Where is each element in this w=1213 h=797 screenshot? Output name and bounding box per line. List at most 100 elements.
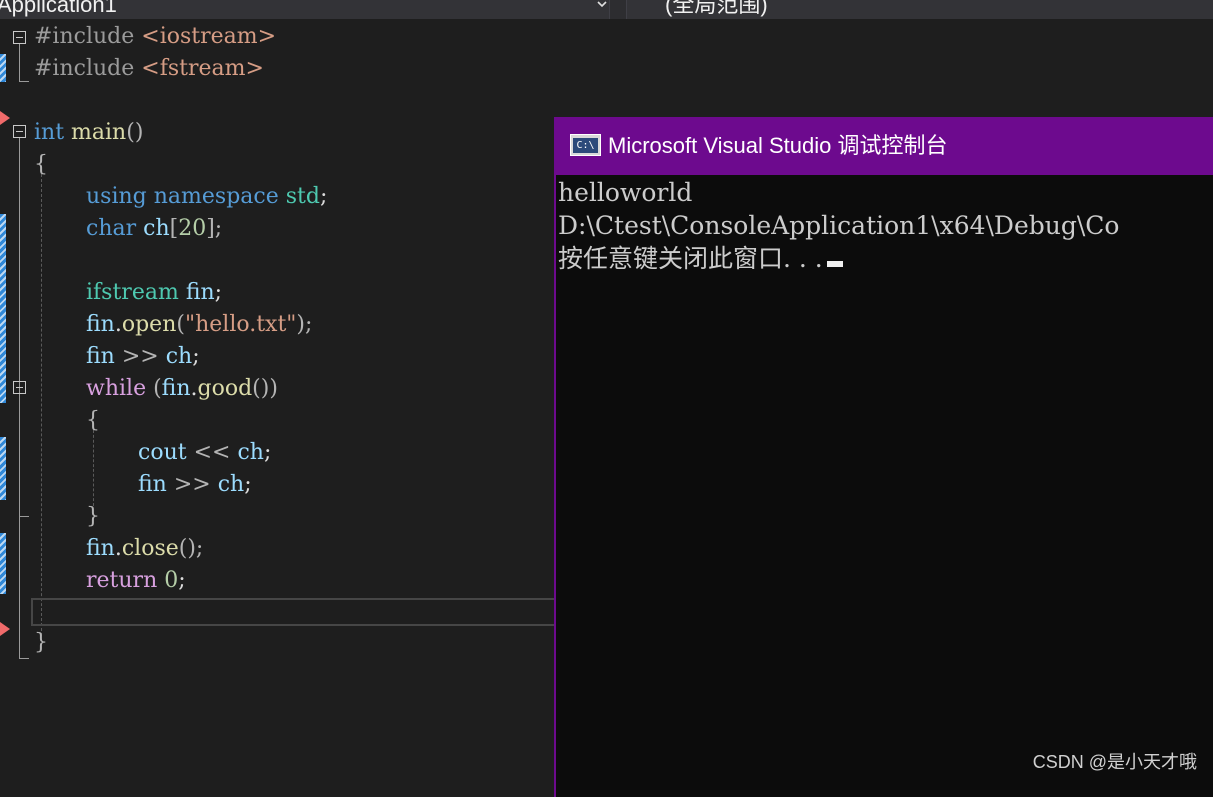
identifier: ch	[143, 216, 170, 241]
change-indicator	[0, 533, 6, 594]
code-line: }	[86, 504, 100, 529]
current-line-highlight	[31, 598, 555, 626]
keyword: return	[86, 568, 158, 593]
code-line: #include <iostream>	[34, 21, 276, 53]
identifier: ch	[165, 344, 193, 369]
code-line: cout << ch;	[138, 437, 271, 469]
watermark: CSDN @是小天才哦	[1032, 752, 1197, 772]
console-title: Microsoft Visual Studio 调试控制台	[608, 133, 948, 158]
identifier: fin	[138, 472, 167, 497]
text-cursor	[826, 261, 843, 267]
identifier: fin	[86, 536, 115, 561]
identifier: ch	[237, 440, 264, 465]
breakpoint-marker-icon	[0, 111, 10, 125]
preprocessor-directive: #include	[34, 56, 142, 81]
outline-line	[19, 44, 20, 82]
function-name: good	[197, 376, 253, 401]
punctuation: ;	[244, 472, 252, 497]
breakpoint-marker-icon	[0, 622, 10, 636]
operator: >>	[114, 344, 166, 369]
console-output-line: 按任意键关闭此窗口. . .	[558, 243, 843, 275]
scope-dropdown[interactable]: (全局范围)	[626, 0, 1213, 19]
scope-dropdown-value: (全局范围)	[665, 0, 768, 17]
change-indicator	[0, 54, 6, 82]
namespace-name: std	[285, 184, 320, 209]
collapse-icon[interactable]	[13, 381, 26, 394]
code-editor[interactable]: #include <iostream> #include <fstream> i…	[0, 19, 555, 784]
code-line: return 0;	[86, 565, 186, 597]
punctuation: (	[176, 312, 185, 337]
punctuation: ;	[178, 568, 186, 593]
code-line: int main()	[34, 117, 143, 149]
indent-guide	[41, 174, 42, 636]
number-literal: 0	[164, 568, 179, 593]
operator: <<	[186, 440, 238, 465]
indent-guide	[93, 430, 94, 506]
code-line: ifstream fin;	[86, 277, 222, 309]
operator: >>	[166, 472, 218, 497]
console-title-bar[interactable]: C:\ Microsoft Visual Studio 调试控制台	[556, 117, 1213, 175]
identifier: ch	[217, 472, 245, 497]
identifier: fin	[86, 344, 115, 369]
collapse-icon[interactable]	[13, 31, 26, 44]
code-line: #include <fstream>	[34, 53, 264, 85]
function-name: open	[121, 312, 177, 337]
code-line: }	[34, 630, 48, 655]
punctuation: .	[114, 312, 122, 337]
collapse-icon[interactable]	[13, 125, 26, 138]
punctuation: [	[169, 216, 179, 241]
punctuation: ;	[263, 440, 272, 465]
punctuation: ())	[252, 376, 278, 401]
include-header: <fstream>	[141, 56, 264, 81]
keyword: char	[86, 216, 137, 241]
navigation-bar: Application1 (全局范围)	[0, 0, 1213, 19]
console-app-icon: C:\	[570, 134, 601, 156]
keyword: namespace	[153, 184, 279, 209]
preprocessor-directive: #include	[34, 24, 142, 49]
punctuation: .	[114, 536, 122, 561]
code-line: char ch[20];	[86, 213, 222, 245]
code-line: fin >> ch;	[138, 469, 252, 501]
change-indicator	[0, 437, 6, 500]
punctuation: ;	[192, 344, 200, 369]
code-line: {	[86, 408, 100, 433]
code-line: fin.close();	[86, 533, 203, 565]
identifier: fin	[185, 280, 215, 305]
outline-line	[19, 81, 29, 82]
punctuation: ;	[214, 280, 223, 305]
console-output-line: D:\Ctest\ConsoleApplication1\x64\Debug\C…	[558, 211, 1120, 240]
debug-console-window[interactable]: C:\ Microsoft Visual Studio 调试控制台 hellow…	[554, 117, 1213, 797]
punctuation: );	[296, 312, 313, 337]
code-line: fin >> ch;	[86, 341, 200, 373]
change-indicator	[0, 214, 6, 403]
code-line: fin.open("hello.txt");	[86, 309, 312, 341]
keyword: int	[34, 120, 65, 145]
console-output-line: helloworld	[558, 178, 693, 207]
outline-line	[19, 138, 20, 659]
punctuation: .	[190, 376, 198, 401]
punctuation: ()	[126, 120, 144, 145]
code-line: {	[34, 152, 48, 177]
number-literal: 20	[178, 216, 207, 241]
keyword: using	[86, 184, 147, 209]
keyword: while	[86, 376, 147, 401]
identifier: fin	[161, 376, 191, 401]
project-dropdown[interactable]: Application1	[0, 0, 610, 19]
function-name: close	[121, 536, 179, 561]
code-line: while (fin.good())	[86, 373, 278, 405]
punctuation: ];	[206, 216, 223, 241]
code-line: using namespace std;	[86, 181, 327, 213]
punctuation: ();	[178, 536, 204, 561]
type-name: ifstream	[86, 280, 179, 305]
console-icon-label: C:\	[573, 138, 598, 153]
include-header: <iostream>	[141, 24, 277, 49]
chevron-down-icon[interactable]	[595, 0, 609, 11]
outline-line	[19, 658, 29, 659]
function-name: main	[71, 120, 127, 145]
identifier: fin	[86, 312, 115, 337]
project-dropdown-value: Application1	[0, 0, 117, 17]
